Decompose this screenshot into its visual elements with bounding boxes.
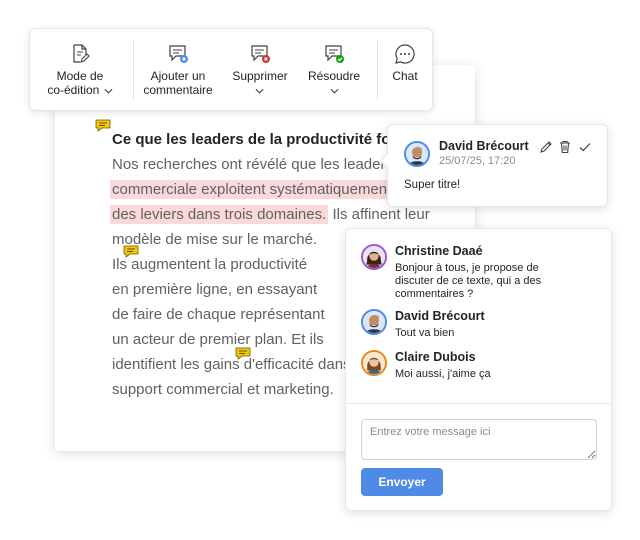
toolbar-divider [377, 41, 378, 99]
add-comment-button[interactable]: Ajouter un commentaire [138, 29, 218, 112]
avatar-david-icon [363, 311, 385, 333]
avatar[interactable] [404, 141, 430, 167]
delete-comment-button[interactable]: Supprimer [226, 29, 294, 112]
ribbon-toolbar: Mode de co-édition Ajouter un commentair… [29, 28, 433, 111]
avatar-christine-icon [363, 246, 385, 268]
document-line[interactable]: support commercial et marketing. [112, 380, 334, 400]
document-line[interactable]: Ils augmentent la productivité [112, 255, 307, 275]
chat-divider [346, 403, 611, 404]
document-line[interactable]: des leviers dans trois domaines. Ils aff… [110, 205, 430, 225]
chat-message-text: Tout va bien [395, 327, 455, 339]
comment-card: David Brécourt 25/07/25, 17:20 Super tit… [380, 124, 608, 207]
delete-comment-icon [251, 45, 270, 63]
chat-message-author: Christine Daaé [395, 244, 483, 258]
document-line[interactable]: un acteur de premier plan. Et ils [112, 330, 324, 350]
avatar[interactable] [361, 350, 387, 376]
comment-marker-icon[interactable] [235, 347, 251, 360]
comment-timestamp: 25/07/25, 17:20 [439, 155, 516, 167]
document-edit-icon [73, 44, 90, 63]
avatar-claire-icon [363, 352, 385, 374]
delete-label: Supprimer [232, 69, 288, 97]
avatar[interactable] [361, 309, 387, 335]
coedit-mode-label: Mode de co-édition [47, 69, 113, 97]
document-line-highlighted[interactable]: commerciale exploitent systématiquement [110, 180, 394, 200]
chevron-down-icon [330, 88, 338, 94]
chat-message-author: Claire Dubois [395, 350, 476, 364]
toolbar-divider [133, 41, 134, 99]
chat-icon [395, 44, 415, 64]
chat-panel: Christine Daaé Bonjour à tous, je propos… [345, 228, 612, 511]
send-button[interactable]: Envoyer [361, 468, 443, 496]
highlighted-text[interactable]: commerciale exploitent systématiquement [110, 180, 394, 199]
document-heading[interactable]: Ce que les leaders de la productivité fo… [112, 131, 400, 148]
avatar[interactable] [361, 244, 387, 270]
document-line[interactable]: identifient les gains d'efficacité dans [112, 355, 351, 375]
chat-label: Chat [392, 69, 418, 83]
line-tail-text: Ils affinent leur [328, 206, 430, 223]
chat-message-text: Bonjour à tous, je propose de discuter d… [395, 262, 542, 300]
chat-button[interactable]: Chat [382, 29, 428, 112]
document-line[interactable]: de faire de chaque représentant [112, 305, 325, 325]
resolve-label: Résoudre [308, 69, 360, 97]
document-line[interactable]: Nos recherches ont révélé que les leader [112, 155, 386, 175]
chevron-down-icon [104, 88, 113, 94]
comment-text: Super titre! [404, 179, 461, 191]
document-line[interactable]: modèle de mise sur le marché. [112, 230, 317, 250]
chat-message-author: David Brécourt [395, 309, 485, 323]
coedit-mode-button[interactable]: Mode de co-édition [40, 29, 120, 112]
chat-message-text: Moi aussi, j'aime ça [395, 368, 491, 380]
trash-icon[interactable] [558, 140, 572, 154]
chat-message-input[interactable] [361, 419, 597, 460]
highlighted-text[interactable]: des leviers dans trois domaines. [110, 205, 329, 224]
comment-marker-icon[interactable] [123, 245, 139, 258]
resolve-comment-icon [325, 45, 344, 63]
callout-pointer [380, 153, 389, 169]
checkmark-icon[interactable] [578, 140, 592, 154]
avatar-david-icon [406, 143, 428, 165]
add-comment-icon [169, 45, 188, 63]
edit-pencil-icon[interactable] [539, 140, 553, 154]
comment-author: David Brécourt [439, 139, 529, 153]
add-comment-label: Ajouter un commentaire [143, 69, 213, 97]
document-line[interactable]: en première ligne, en essayant [112, 280, 317, 300]
chevron-down-icon [256, 88, 264, 94]
resolve-comment-button[interactable]: Résoudre [300, 29, 368, 112]
comment-marker-icon[interactable] [95, 119, 111, 132]
